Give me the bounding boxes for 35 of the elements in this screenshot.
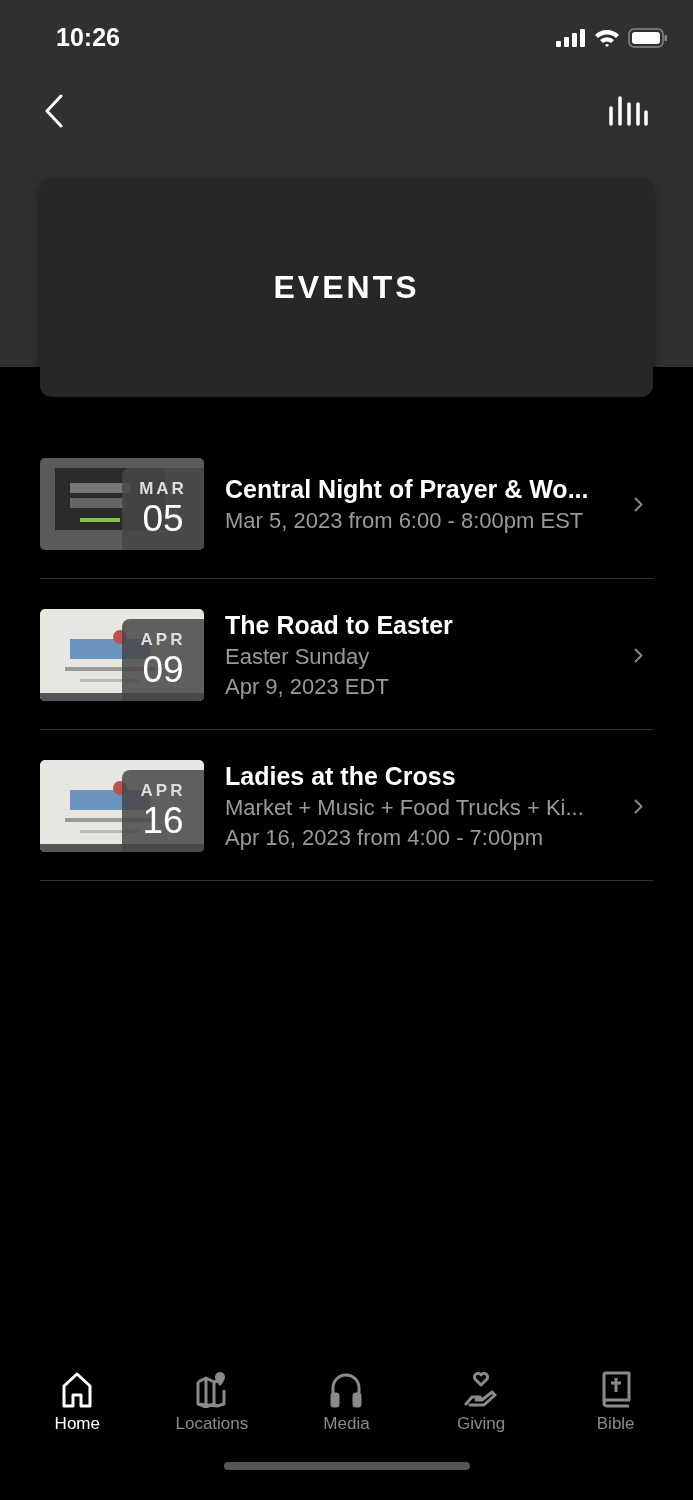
event-detail: Apr 16, 2023 from 4:00 - 7:00pm — [225, 824, 544, 851]
tab[interactable]: Bible — [555, 1370, 676, 1460]
back-button[interactable] — [44, 94, 64, 128]
event-detail: Mar 5, 2023 from 6:00 - 8:00pm EST — [225, 507, 585, 534]
tab[interactable]: Home — [17, 1370, 138, 1460]
home-icon — [60, 1370, 95, 1408]
wifi-icon — [594, 28, 620, 47]
event-detail: Easter Sunday — [225, 643, 371, 670]
equalizer-icon[interactable] — [608, 96, 648, 126]
tab[interactable]: Locations — [151, 1370, 272, 1460]
tab[interactable]: Media — [286, 1370, 407, 1460]
chevron-icon — [634, 647, 643, 663]
event-detail: Market + Music + Food Trucks + Ki... — [225, 794, 585, 821]
status-time: 10:26 — [56, 23, 120, 52]
event-row[interactable]: MAR 05 Central Night of Prayer & Wo... Mar 5, 2023 from 6:00 - 8:00pm EST — [40, 458, 653, 579]
date-month: MAR — [139, 479, 187, 499]
event-title: The Road to Easter — [225, 610, 454, 640]
battery-icon — [628, 27, 668, 48]
event-row[interactable]: APR 09 The Road to Easter Easter Sunday Apr 9, 2023 EDT — [40, 609, 653, 730]
map-icon — [194, 1370, 229, 1408]
chevron-icon — [634, 496, 643, 512]
date-day: 16 — [142, 801, 184, 841]
page-title: EVENTS — [273, 269, 420, 306]
tab[interactable]: Giving — [421, 1370, 542, 1460]
event-title: Ladies at the Cross — [225, 761, 457, 791]
date-day: 05 — [142, 499, 184, 539]
event-detail: Apr 9, 2023 EDT — [225, 673, 390, 700]
event-title: Central Night of Prayer & Wo... — [225, 474, 590, 504]
date-month: APR — [140, 630, 186, 650]
date-day: 09 — [142, 650, 184, 690]
event-row[interactable]: APR 16 Ladies at the Cross Market + Music + Food Trucks + Ki... Apr 16, 2023 from 4:00 - 7:00pm — [40, 760, 653, 881]
chevron-icon — [634, 798, 643, 814]
heart-hand-icon — [464, 1370, 499, 1408]
date-month: APR — [140, 781, 186, 801]
signal-icon — [556, 28, 586, 47]
